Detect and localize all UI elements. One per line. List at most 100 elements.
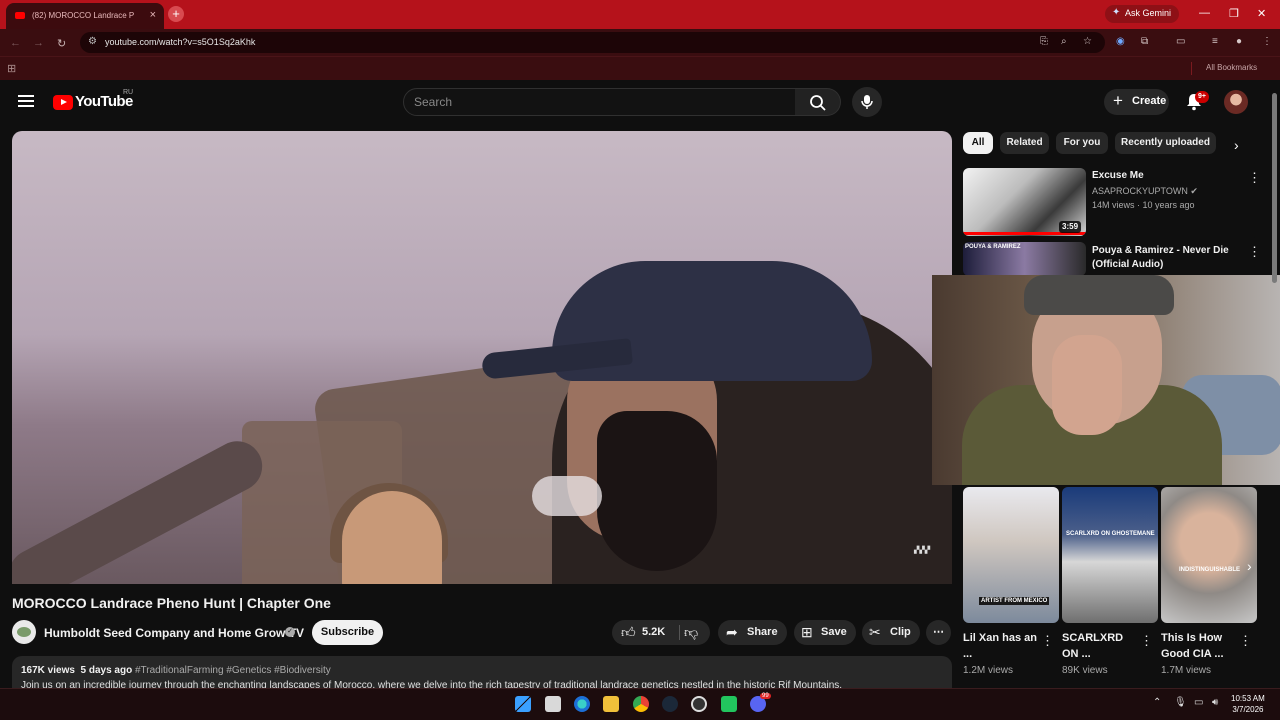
extensions-puzzle-icon[interactable]: ⧉: [1141, 36, 1148, 47]
close-window-icon[interactable]: ✕: [1257, 7, 1266, 20]
clip-button[interactable]: ✂ Clip: [862, 620, 920, 645]
browser-menu-icon[interactable]: ⋮: [1262, 36, 1272, 47]
zoom-icon[interactable]: ⌕: [1061, 36, 1067, 47]
like-icon[interactable]: 👍︎: [621, 620, 636, 645]
recommendation-title[interactable]: Pouya & Ramirez - Never Die (Official Au…: [1092, 244, 1232, 272]
back-icon[interactable]: ←: [10, 37, 21, 49]
hamburger-menu-icon[interactable]: [18, 95, 34, 108]
short-views: 89K views: [1062, 665, 1108, 676]
chip-recently-uploaded[interactable]: Recently uploaded: [1115, 132, 1216, 154]
short-caption: SCARLXRD ON GHOSTEMANE: [1066, 531, 1155, 537]
tab-title: (82) MOROCCO Landrace P: [32, 11, 135, 20]
file-viewer-icon[interactable]: [545, 696, 561, 712]
video-title: MOROCCO Landrace Pheno Hunt | Chapter On…: [12, 595, 331, 611]
channel-name[interactable]: Humboldt Seed Company and Home Grow TV: [44, 626, 304, 640]
bookmark-star-icon[interactable]: ☆: [1083, 36, 1092, 47]
mic-tray-icon[interactable]: 🎙︎: [1174, 697, 1187, 708]
steam-icon[interactable]: [662, 696, 678, 712]
channel-avatar[interactable]: [12, 620, 36, 644]
new-tab-button[interactable]: +: [168, 6, 184, 22]
thumbnail-caption: POUYA & RAMIREZ: [965, 244, 1021, 250]
short-menu-icon[interactable]: ⋮: [1140, 633, 1153, 649]
subscribe-button[interactable]: Subscribe: [312, 620, 383, 645]
save-button[interactable]: ⊞ Save: [794, 620, 856, 645]
site-info-icon[interactable]: ⚙: [88, 36, 97, 47]
search-button[interactable]: [795, 88, 841, 116]
short-caption: INDISTINGUISHABLE: [1179, 567, 1241, 573]
all-bookmarks-button[interactable]: All Bookmarks: [1206, 63, 1257, 72]
hashtags[interactable]: #TraditionalFarming #Genetics #Biodivers…: [135, 665, 331, 676]
scissors-icon: ✂: [869, 624, 881, 640]
video-player[interactable]: ▞▞▞: [12, 131, 952, 584]
page-scrollbar[interactable]: [1271, 85, 1277, 685]
system-clock[interactable]: 10:53 AM 3/7/2026: [1231, 693, 1265, 715]
profile-icon[interactable]: ●: [1236, 36, 1242, 47]
create-button[interactable]: + Create: [1104, 89, 1169, 115]
short-thumbnail[interactable]: ARTIST FROM MEXICO: [963, 487, 1059, 623]
apps-grid-icon[interactable]: ⊞: [7, 62, 16, 75]
recommendation-thumbnail[interactable]: POUYA & RAMIREZ: [963, 242, 1086, 276]
like-divider: [679, 625, 680, 640]
clock-date: 3/7/2026: [1232, 705, 1264, 714]
url-text: youtube.com/watch?v=s5O1Sq2aKhk: [105, 37, 256, 47]
short-menu-icon[interactable]: ⋮: [1239, 633, 1252, 649]
more-actions-icon[interactable]: ⋯: [926, 620, 951, 645]
search-input[interactable]: [414, 95, 784, 109]
short-title[interactable]: SCARLXRD ON ...: [1062, 630, 1142, 662]
minimize-icon[interactable]: —: [1199, 7, 1210, 19]
browser-tab[interactable]: (82) MOROCCO Landrace P ×: [6, 3, 164, 29]
chip-for-you[interactable]: For you: [1056, 132, 1108, 154]
voice-search-button[interactable]: [852, 87, 882, 117]
short-title[interactable]: This Is How Good CIA ...: [1161, 630, 1241, 662]
extension-icon[interactable]: ◉: [1116, 36, 1125, 47]
browser-tab-strip: [0, 0, 1280, 29]
bookmarks-bar: ⊞ All Bookmarks: [0, 56, 1280, 80]
like-dislike-group: 👍︎ 5.2K 👎︎: [612, 620, 710, 645]
short-thumbnail[interactable]: SCARLXRD ON GHOSTEMANE: [1062, 487, 1158, 623]
share-button[interactable]: ➦ Share: [718, 620, 787, 645]
reload-icon[interactable]: ↻: [57, 37, 66, 50]
ask-gemini-button[interactable]: ✦ Ask Gemini: [1105, 5, 1180, 23]
reading-list-icon[interactable]: ≡: [1212, 36, 1218, 47]
volume-icon[interactable]: 🔊︎: [1212, 697, 1218, 708]
bookmarks-divider: [1191, 62, 1192, 75]
close-tab-icon[interactable]: ×: [150, 9, 156, 21]
recommendation-stats: 14M views · 10 years ago: [1092, 200, 1195, 210]
short-views: 1.2M views: [963, 665, 1014, 676]
share-icon: ➦: [726, 624, 738, 640]
chip-related[interactable]: Related: [1000, 132, 1049, 154]
windows-start-icon[interactable]: [515, 696, 531, 712]
short-views: 1.7M views: [1161, 665, 1212, 676]
dislike-icon[interactable]: 👎︎: [684, 620, 698, 645]
recommendation-menu-icon[interactable]: ⋮: [1248, 244, 1261, 260]
split-view-icon[interactable]: ▭: [1176, 36, 1185, 47]
recommendation-menu-icon[interactable]: ⋮: [1248, 170, 1261, 186]
verified-badge-icon: ✔: [1190, 186, 1198, 196]
like-count[interactable]: 5.2K: [642, 620, 665, 645]
short-caption: ARTIST FROM MEXICO: [979, 597, 1050, 605]
short-title[interactable]: Lil Xan has an ...: [963, 630, 1043, 662]
restore-icon[interactable]: ❐: [1229, 7, 1239, 20]
chevron-right-icon[interactable]: ›: [1247, 558, 1252, 574]
search-icon: [810, 95, 826, 111]
account-avatar[interactable]: [1224, 90, 1248, 114]
edge-browser-icon[interactable]: [574, 696, 590, 712]
forward-icon[interactable]: →: [33, 37, 44, 49]
recommendation-title[interactable]: Excuse Me: [1092, 169, 1232, 183]
chip-all[interactable]: All: [963, 132, 993, 154]
chevron-right-icon[interactable]: ›: [1234, 137, 1239, 153]
recommendation-channel[interactable]: ASAPROCKYUPTOWN ✔: [1092, 186, 1198, 197]
app-icon[interactable]: [721, 696, 737, 712]
obs-icon[interactable]: [691, 696, 707, 712]
show-hidden-icons-icon[interactable]: ⌃: [1153, 697, 1161, 708]
address-bar[interactable]: ⚙ youtube.com/watch?v=s5O1Sq2aKhk: [80, 32, 1105, 53]
chrome-browser-icon[interactable]: [633, 696, 649, 712]
file-explorer-icon[interactable]: [603, 696, 619, 712]
short-menu-icon[interactable]: ⋮: [1041, 633, 1054, 649]
notification-badge: 9+: [1195, 91, 1209, 103]
short-thumbnail[interactable]: INDISTINGUISHABLE: [1161, 487, 1257, 623]
scrollbar-thumb[interactable]: [1272, 93, 1277, 283]
webcam-overlay: [932, 275, 1280, 485]
cast-icon[interactable]: ⎘: [1040, 36, 1048, 47]
network-icon[interactable]: ▭: [1194, 697, 1203, 708]
